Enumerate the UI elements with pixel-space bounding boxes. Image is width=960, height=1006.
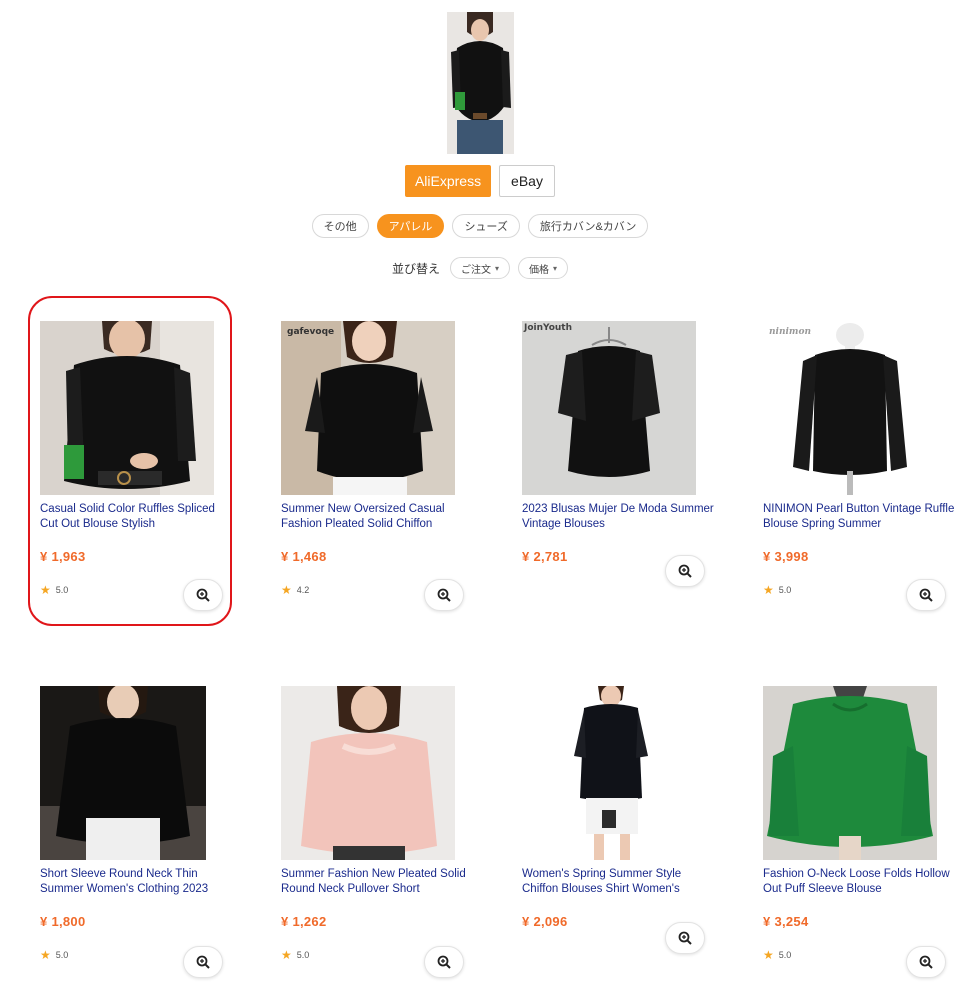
product-rating: ★ 4.2 [281,583,309,597]
product-price: ¥ 1,963 [40,549,86,564]
product-card[interactable]: Summer Fashion New Pleated Solid Round N… [281,686,471,1006]
product-image[interactable] [522,686,696,860]
zoom-in-icon [196,588,210,602]
category-shoes[interactable]: シューズ [452,214,520,238]
zoom-in-icon [437,588,451,602]
zoom-search-button[interactable] [665,555,705,587]
product-card[interactable]: ninimon NINIMON Pearl Button Vintage Ruf… [763,321,954,641]
product-image[interactable]: ninimon [763,321,937,495]
product-price: ¥ 2,096 [522,914,568,929]
product-title[interactable]: 2023 Blusas Mujer De Moda Summer Vintage… [522,502,718,534]
category-filter: その他 アパレル シューズ 旅行カバン&カバン [0,214,960,238]
rating-value: 5.0 [55,950,69,960]
query-product-image [447,12,514,154]
star-icon: ★ [763,948,774,962]
star-icon: ★ [40,583,51,597]
source-tabs: AliExpress eBay [0,165,960,197]
rating-value: 5.0 [778,585,792,595]
product-title[interactable]: Short Sleeve Round Neck Thin Summer Wome… [40,867,236,899]
product-image[interactable] [40,321,214,495]
product-title[interactable]: Casual Solid Color Ruffles Spliced Cut O… [40,502,236,534]
product-image[interactable]: JoinYouth [522,321,696,495]
zoom-in-icon [919,588,933,602]
tab-aliexpress[interactable]: AliExpress [405,165,491,197]
rating-value: 5.0 [55,585,69,595]
product-price: ¥ 1,468 [281,549,327,564]
product-title[interactable]: Fashion O-Neck Loose Folds Hollow Out Pu… [763,867,959,899]
star-icon: ★ [281,948,292,962]
zoom-search-button[interactable] [424,579,464,611]
zoom-in-icon [919,955,933,969]
zoom-in-icon [678,931,692,945]
rating-value: 5.0 [778,950,792,960]
zoom-search-button[interactable] [906,946,946,978]
category-apparel[interactable]: アパレル [376,214,445,238]
product-price: ¥ 3,998 [763,549,809,564]
product-title[interactable]: Women's Spring Summer Style Chiffon Blou… [522,867,718,899]
product-brand: JoinYouth [524,323,573,333]
product-image[interactable]: gafevoqe [281,321,455,495]
product-rating: ★ 5.0 [763,948,791,962]
product-rating: ★ 5.0 [40,583,68,597]
product-price: ¥ 2,781 [522,549,568,564]
zoom-search-button[interactable] [183,946,223,978]
product-brand: gafevoqe [287,327,335,337]
sort-option-label: 価格 [529,264,549,276]
product-image[interactable] [763,686,937,860]
rating-value: 5.0 [296,950,310,960]
sort-by-price[interactable]: 価格 ▾ [518,257,569,279]
product-card[interactable]: Fashion O-Neck Loose Folds Hollow Out Pu… [763,686,953,1006]
sort-by-orders[interactable]: ご注文 ▾ [449,257,510,279]
product-image[interactable] [40,686,206,860]
category-bags[interactable]: 旅行カバン&カバン [527,214,649,238]
product-card[interactable]: JoinYouth 2023 Blusas Mujer De Moda Summ… [522,321,714,641]
product-price: ¥ 3,254 [763,914,809,929]
star-icon: ★ [763,583,774,597]
zoom-search-button[interactable] [665,922,705,954]
zoom-search-button[interactable] [183,579,223,611]
rating-value: 4.2 [296,585,310,595]
sort-option-label: ご注文 [460,264,491,276]
chevron-down-icon: ▾ [553,263,558,273]
star-icon: ★ [40,948,51,962]
star-icon: ★ [281,583,292,597]
zoom-in-icon [437,955,451,969]
product-card[interactable]: gafevoqe Summer New Oversized Casual Fas… [281,321,471,641]
product-card[interactable]: Women's Spring Summer Style Chiffon Blou… [522,686,712,1006]
product-title[interactable]: Summer Fashion New Pleated Solid Round N… [281,867,477,899]
product-card[interactable]: Short Sleeve Round Neck Thin Summer Wome… [40,686,230,1006]
category-other[interactable]: その他 [311,214,369,238]
product-title[interactable]: Summer New Oversized Casual Fashion Plea… [281,502,477,534]
tab-ebay[interactable]: eBay [499,165,555,197]
product-brand: ninimon [769,327,811,337]
product-price: ¥ 1,262 [281,914,327,929]
product-image[interactable] [281,686,455,860]
zoom-search-button[interactable] [424,946,464,978]
zoom-in-icon [196,955,210,969]
sort-bar: 並び替え ご注文 ▾ 価格 ▾ [0,257,960,279]
product-card[interactable]: Casual Solid Color Ruffles Spliced Cut O… [40,321,230,641]
product-title[interactable]: NINIMON Pearl Button Vintage Ruffle Blou… [763,502,959,534]
product-rating: ★ 5.0 [40,948,68,962]
chevron-down-icon: ▾ [494,263,499,273]
product-price: ¥ 1,800 [40,914,86,929]
zoom-in-icon [678,564,692,578]
zoom-search-button[interactable] [906,579,946,611]
sort-label: 並び替え [391,261,440,276]
product-rating: ★ 5.0 [763,583,791,597]
product-rating: ★ 5.0 [281,948,309,962]
